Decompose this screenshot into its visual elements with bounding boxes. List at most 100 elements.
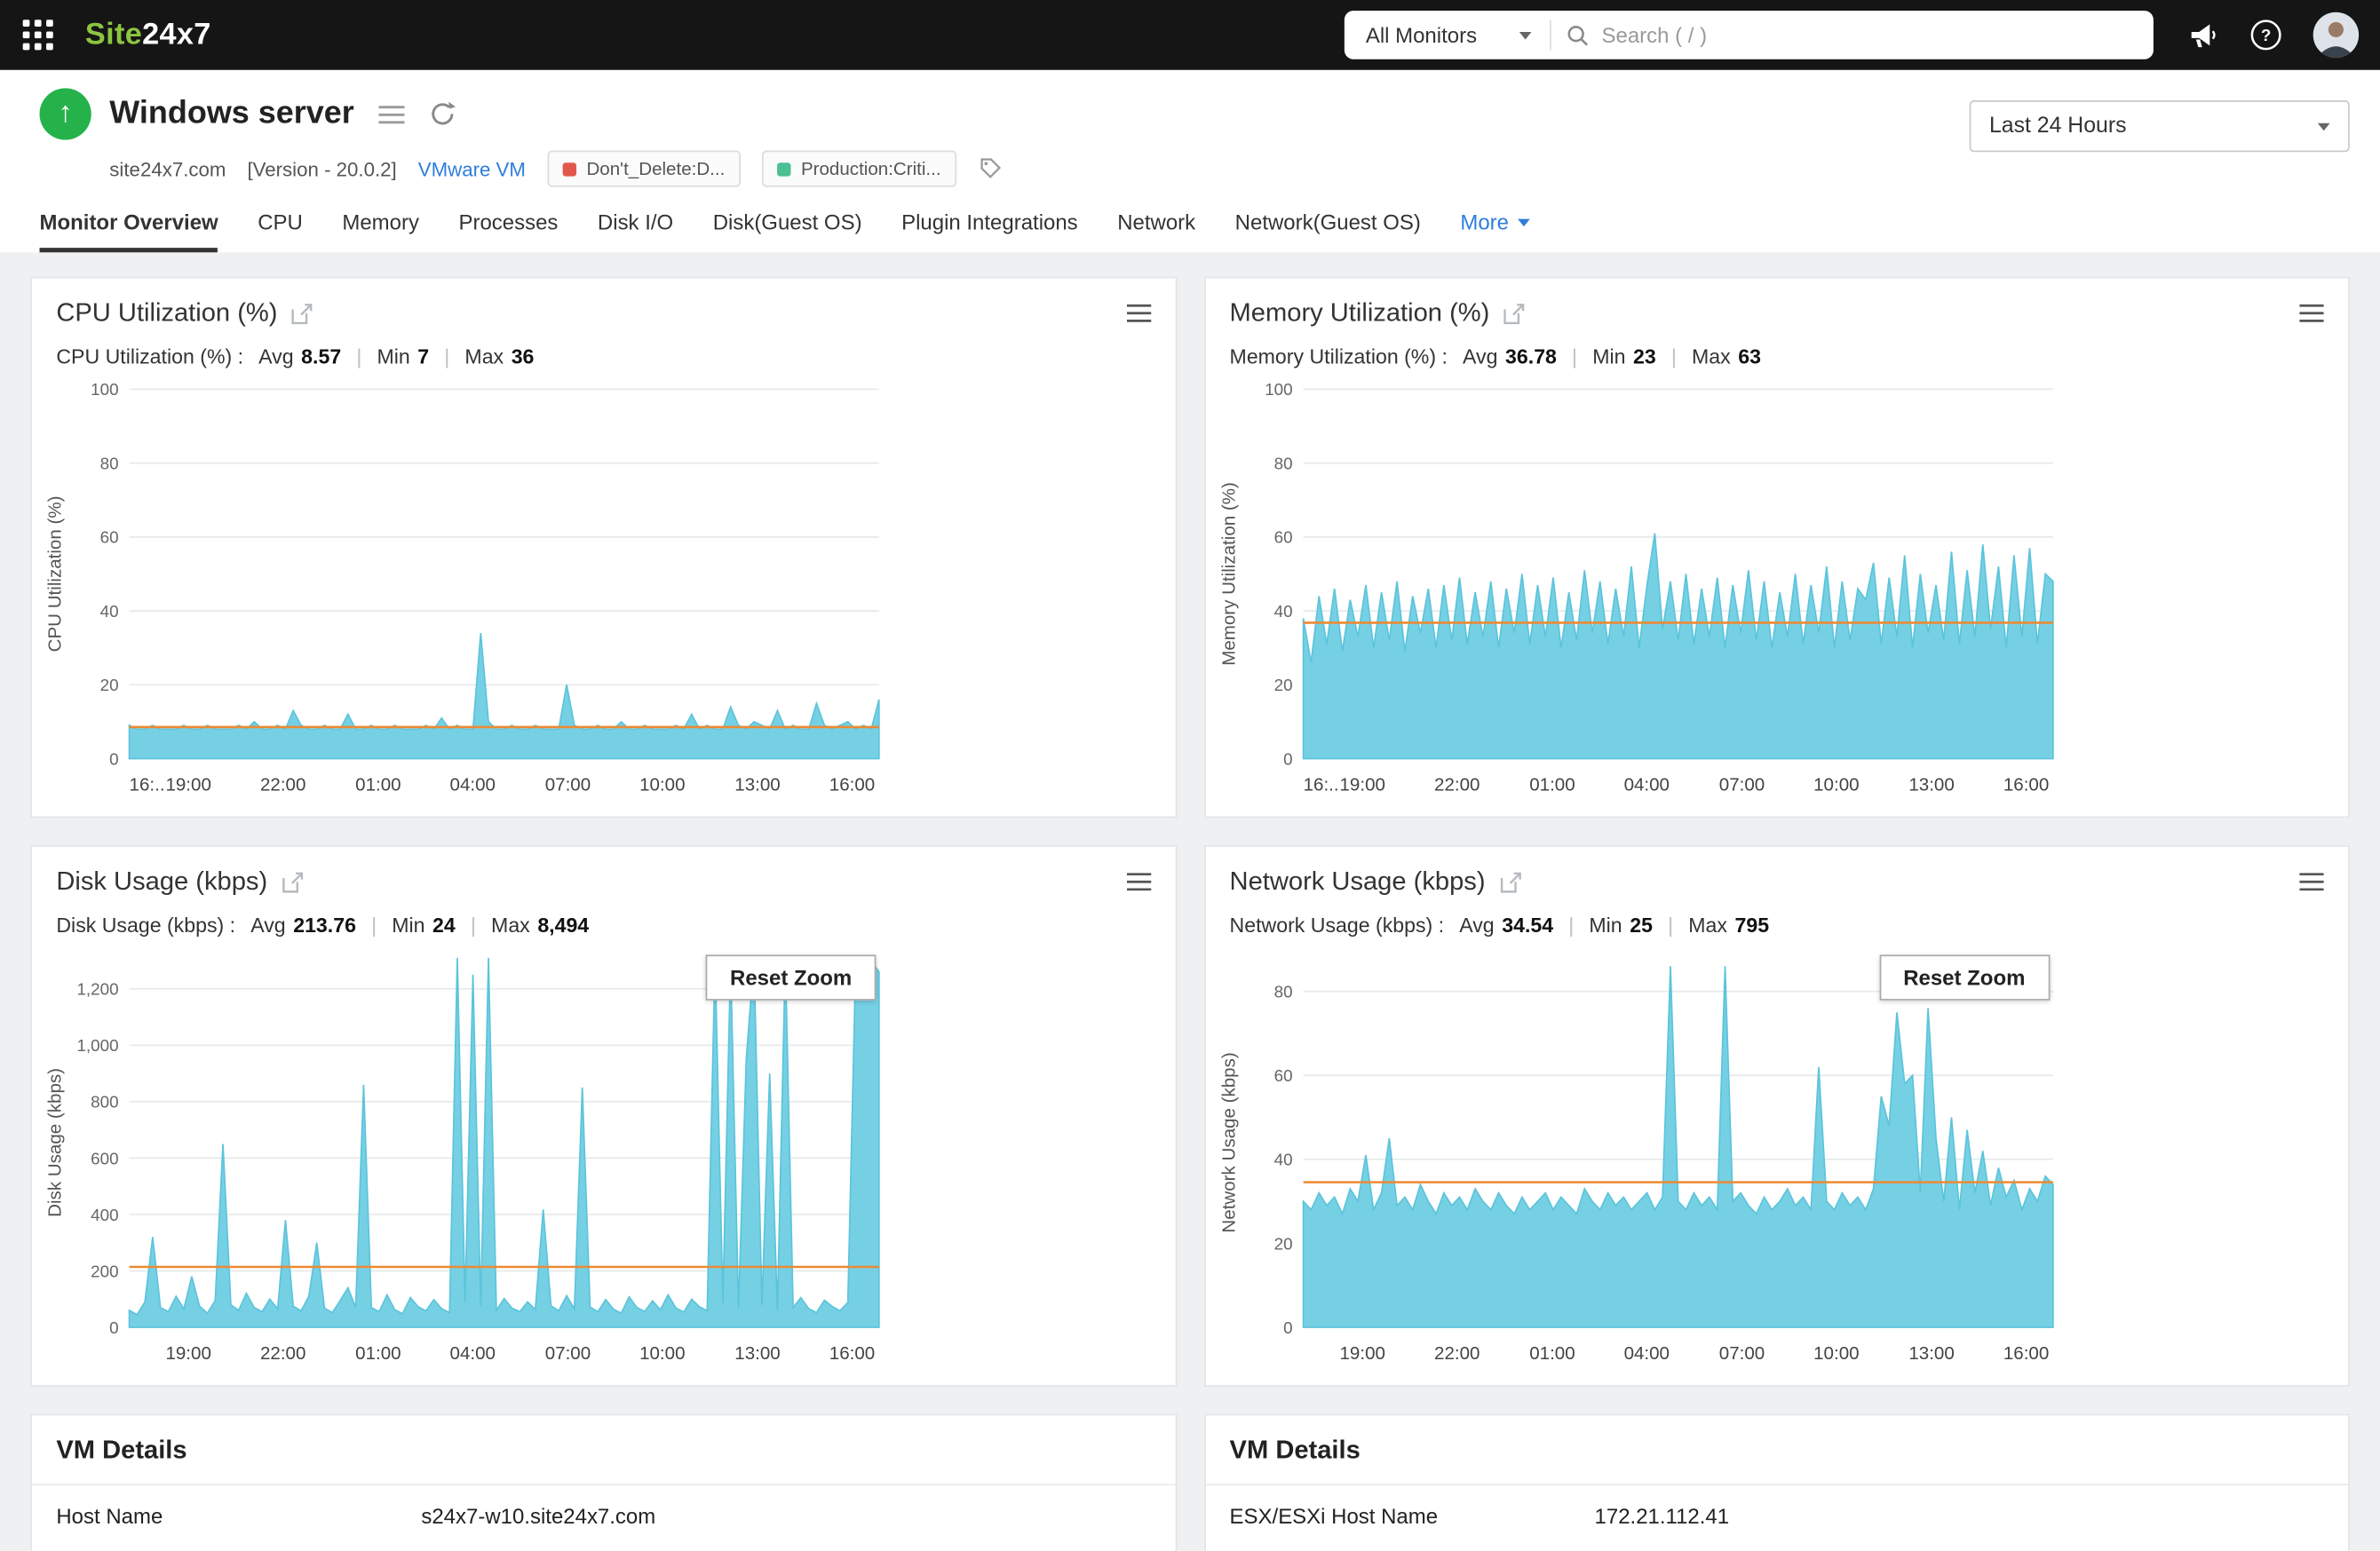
avg-value: 36.78 (1505, 344, 1557, 368)
tab-more-label: More (1460, 210, 1510, 234)
tab-memory[interactable]: Memory (342, 210, 419, 252)
svg-text:22:00: 22:00 (1433, 775, 1479, 795)
vm-detail-value: s24x7-w10.site24x7.com (421, 1503, 656, 1529)
search-input[interactable] (1589, 22, 2154, 48)
svg-text:60: 60 (1273, 528, 1292, 547)
separator: | (470, 914, 476, 937)
user-avatar[interactable] (2313, 12, 2360, 59)
disk-stats-line: Disk Usage (kbps) : Avg 213.76 | Min 24 | … (32, 900, 1175, 937)
help-icon[interactable]: ? (2249, 19, 2283, 52)
cpu-chart-title: CPU Utilization (%) (56, 297, 278, 328)
vm-detail-value: 172.21.112.41 (1594, 1503, 1730, 1529)
svg-text:04:00: 04:00 (450, 1343, 496, 1364)
svg-text:13:00: 13:00 (1908, 775, 1953, 795)
disk-usage-chart[interactable]: 0 200 400 600 800 1,000 1,200 19:00 22:00 01:00 04… (41, 946, 892, 1373)
announcements-icon[interactable] (2187, 20, 2219, 50)
svg-text:Disk Usage (kbps): Disk Usage (kbps) (45, 1068, 66, 1217)
expand-chart-icon[interactable] (1503, 302, 1527, 325)
svg-text:10:00: 10:00 (639, 1343, 685, 1364)
tag-production[interactable]: Production:Criti... (761, 150, 956, 187)
svg-text:1,000: 1,000 (76, 1036, 118, 1055)
svg-text:13:00: 13:00 (734, 1343, 780, 1364)
svg-text:04:00: 04:00 (450, 775, 496, 795)
chart-menu-icon[interactable] (2299, 873, 2324, 891)
svg-text:04:00: 04:00 (1623, 775, 1669, 795)
svg-text:10:00: 10:00 (639, 775, 685, 795)
network-usage-chart[interactable]: 0 20 40 60 80 19:00 22:00 01:00 04:00 07:00 10:00 1… (1214, 946, 2066, 1373)
expand-chart-icon[interactable] (291, 302, 314, 325)
svg-text:01:00: 01:00 (355, 775, 401, 795)
monitor-menu-icon[interactable] (378, 104, 405, 123)
svg-text:19:00: 19:00 (165, 1343, 210, 1364)
site24x7-logo[interactable]: Site24x7 (85, 18, 211, 52)
monitor-header: ↑ Windows server site24x7.com [Version -… (0, 70, 2380, 187)
max-value: 8,494 (537, 914, 590, 937)
tag-dont-delete[interactable]: Don't_Delete:D... (546, 150, 741, 187)
cpu-stats-line: CPU Utilization (%) : Avg 8.57 | Min 7 | M… (32, 331, 1175, 368)
svg-text:CPU Utilization (%): CPU Utilization (%) (45, 496, 66, 653)
tab-network[interactable]: Network (1117, 210, 1195, 252)
svg-text:07:00: 07:00 (545, 775, 591, 795)
monitor-subtitle: site24x7.com [Version - 20.0.2] VMware V… (109, 150, 1969, 187)
separator: | (371, 914, 377, 937)
max-label: Max (464, 344, 504, 368)
network-chart-title: Network Usage (kbps) (1229, 867, 1486, 896)
tab-disk-io[interactable]: Disk I/O (598, 210, 673, 252)
expand-chart-icon[interactable] (1499, 870, 1522, 893)
svg-text:16:00: 16:00 (829, 775, 875, 795)
reset-zoom-button[interactable]: Reset Zoom (705, 954, 877, 1001)
tab-more[interactable]: More (1460, 210, 1530, 252)
avg-label: Avg (258, 344, 294, 368)
disk-usage-card: Disk Usage (kbps) Disk Usage (kbps) : Av… (30, 845, 1177, 1387)
monitors-scope-dropdown[interactable]: All Monitors (1345, 23, 1550, 47)
min-value: 23 (1633, 344, 1656, 368)
separator: | (1670, 344, 1677, 368)
cpu-utilization-chart[interactable]: 0 20 40 60 80 100 16:.. 19:00 22:00 01:00 04:00 07:… (41, 377, 892, 804)
svg-text:400: 400 (91, 1206, 118, 1224)
svg-text:60: 60 (100, 528, 119, 547)
svg-text:40: 40 (100, 602, 119, 621)
tab-network-guest-os[interactable]: Network(Guest OS) (1235, 210, 1421, 252)
vm-detail-row: Host Name s24x7-w10.site24x7.com (31, 1484, 1175, 1549)
stat-label: Network Usage (kbps) : (1229, 914, 1445, 937)
svg-text:600: 600 (91, 1149, 118, 1167)
chart-menu-icon[interactable] (2299, 304, 2324, 323)
refresh-icon[interactable] (429, 100, 456, 128)
separator: | (1668, 914, 1674, 937)
expand-chart-icon[interactable] (282, 870, 305, 893)
svg-text:22:00: 22:00 (1433, 1343, 1479, 1364)
min-value: 24 (432, 914, 456, 937)
time-range-dropdown[interactable]: Last 24 Hours (1969, 100, 2350, 153)
chart-menu-icon[interactable] (1126, 873, 1151, 891)
svg-text:80: 80 (1273, 454, 1292, 472)
tab-plugin-integrations[interactable]: Plugin Integrations (901, 210, 1078, 252)
separator: | (444, 344, 450, 368)
memory-utilization-chart[interactable]: 0 20 40 60 80 100 16:.. 19:00 22:00 01:00 04:00 07:… (1214, 377, 2066, 804)
tag-icon[interactable] (978, 156, 1002, 180)
logo-24x7: 24x7 (142, 17, 211, 51)
svg-text:Network Usage (kbps): Network Usage (kbps) (1218, 1052, 1239, 1232)
vmware-vm-link[interactable]: VMware VM (418, 157, 526, 180)
svg-text:01:00: 01:00 (1528, 775, 1574, 795)
vm-details-title: VM Details (56, 1435, 187, 1465)
apps-grid-icon[interactable] (21, 19, 55, 52)
svg-text:19:00: 19:00 (165, 775, 210, 795)
tab-monitor-overview[interactable]: Monitor Overview (39, 210, 218, 253)
stat-label: Memory Utilization (%) : (1229, 344, 1448, 368)
max-value: 63 (1738, 344, 1762, 368)
separator: | (1568, 914, 1575, 937)
avg-value: 213.76 (293, 914, 356, 937)
global-search-container: All Monitors (1344, 10, 2154, 59)
svg-text:16:00: 16:00 (2003, 775, 2048, 795)
reset-zoom-button[interactable]: Reset Zoom (1878, 954, 2050, 1001)
tab-cpu[interactable]: CPU (258, 210, 303, 252)
tab-processes[interactable]: Processes (458, 210, 558, 252)
svg-text:20: 20 (1273, 1234, 1292, 1253)
chart-menu-icon[interactable] (1126, 304, 1151, 323)
vm-details-title: VM Details (1229, 1435, 1361, 1465)
stat-label: CPU Utilization (%) : (56, 344, 244, 368)
dashboard-content: CPU Utilization (%) CPU Utilization (%) … (0, 252, 2380, 1551)
tab-disk-guest-os[interactable]: Disk(Guest OS) (713, 210, 862, 252)
monitor-tabs: Monitor Overview CPU Memory Processes Di… (0, 187, 2380, 253)
vm-detail-label: ESX/ESXi Host Name (1229, 1503, 1439, 1529)
